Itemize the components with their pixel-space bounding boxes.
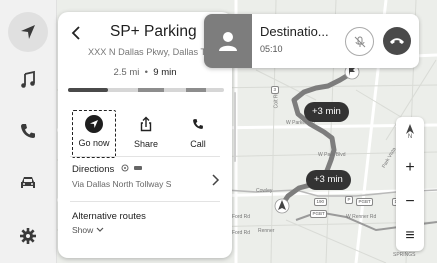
panel-scrollbar[interactable]	[234, 92, 236, 162]
map-label: Coit Rd	[273, 91, 280, 109]
travel-mode-icons	[121, 164, 142, 172]
phone-icon	[21, 124, 35, 138]
mute-microphone-button[interactable]	[345, 27, 374, 56]
directions-via: Via Dallas North Tollway S	[72, 179, 172, 189]
map-controls: N + − ≡	[396, 117, 424, 251]
map-label: W Renner Rd	[346, 214, 377, 220]
chevron-down-icon	[96, 227, 104, 232]
map-label: W Park Blvd	[318, 152, 346, 158]
car-icon	[21, 177, 35, 188]
map-label: Ford Rd	[232, 214, 251, 220]
map-menu-button[interactable]: ≡	[396, 223, 424, 249]
end-call-button[interactable]	[383, 27, 411, 55]
chevron-right-icon	[212, 174, 220, 186]
person-icon	[219, 32, 237, 51]
compass-button[interactable]: N	[396, 119, 424, 145]
destination-name: Destinatio...	[260, 24, 329, 39]
separator-dot: •	[144, 67, 148, 78]
map-label: SPRINGS	[393, 252, 416, 258]
map-label: Renner	[258, 228, 275, 234]
rail-navigation-button[interactable]	[8, 12, 48, 52]
place-title: SP+ Parking	[110, 23, 197, 40]
navigation-arrow-icon	[85, 115, 103, 133]
share-icon	[136, 114, 156, 134]
zoom-in-button[interactable]: +	[396, 155, 424, 181]
compass-label: N	[407, 134, 413, 140]
phone-icon	[188, 114, 208, 134]
rail-music-button[interactable]	[8, 60, 48, 100]
rail-phone-button[interactable]	[8, 111, 48, 151]
distance-eta-row: 2.5 mi • 9 min	[58, 67, 232, 78]
rail-settings-button[interactable]	[8, 216, 48, 256]
rail-vehicle-button[interactable]	[8, 163, 48, 203]
highway-shield: PGBT	[310, 210, 328, 218]
route-time-bubble[interactable]: +3 min	[304, 102, 349, 122]
contact-avatar	[204, 14, 252, 68]
directions-title: Directions	[72, 164, 145, 175]
compass-icon	[406, 124, 414, 134]
hang-up-icon	[390, 38, 404, 44]
route-time-bubble[interactable]: +3 min	[306, 170, 351, 190]
highway-shield: 190	[314, 198, 327, 206]
zoom-out-button[interactable]: −	[396, 189, 424, 215]
alternative-routes-title: Alternative routes	[72, 211, 146, 222]
destination-time: 05:10	[260, 44, 283, 54]
go-now-button[interactable]: Go now	[72, 110, 116, 158]
left-rail	[0, 0, 57, 263]
divider	[70, 156, 220, 157]
highway-shield: 3	[271, 86, 279, 94]
map-label: Ford Rd	[232, 230, 251, 236]
nav-screen: Coit Rd W Parker Rd W Park Blvd Cowley W…	[0, 0, 437, 263]
go-now-label: Go now	[78, 138, 110, 148]
navigation-arrow-icon	[21, 25, 35, 39]
map-label: Cowley	[256, 188, 273, 194]
back-chevron-icon[interactable]	[68, 24, 86, 42]
gear-icon	[20, 228, 36, 244]
highway-shield: P	[345, 196, 354, 204]
show-alternatives-toggle[interactable]: Show	[72, 225, 104, 235]
route-traffic-bar	[68, 88, 224, 92]
destination-card[interactable]: Destinatio... 05:10	[204, 14, 419, 68]
eta-text: 9 min	[153, 67, 177, 78]
music-note-icon	[21, 70, 35, 88]
divider	[70, 201, 220, 202]
microphone-off-icon	[354, 36, 365, 47]
share-button[interactable]: Share	[125, 110, 167, 156]
distance-text: 2.5 mi	[113, 67, 140, 78]
call-label: Call	[190, 139, 206, 149]
call-button[interactable]: Call	[177, 110, 219, 156]
highway-shield: PGBT	[356, 198, 374, 206]
share-label: Share	[133, 139, 159, 149]
